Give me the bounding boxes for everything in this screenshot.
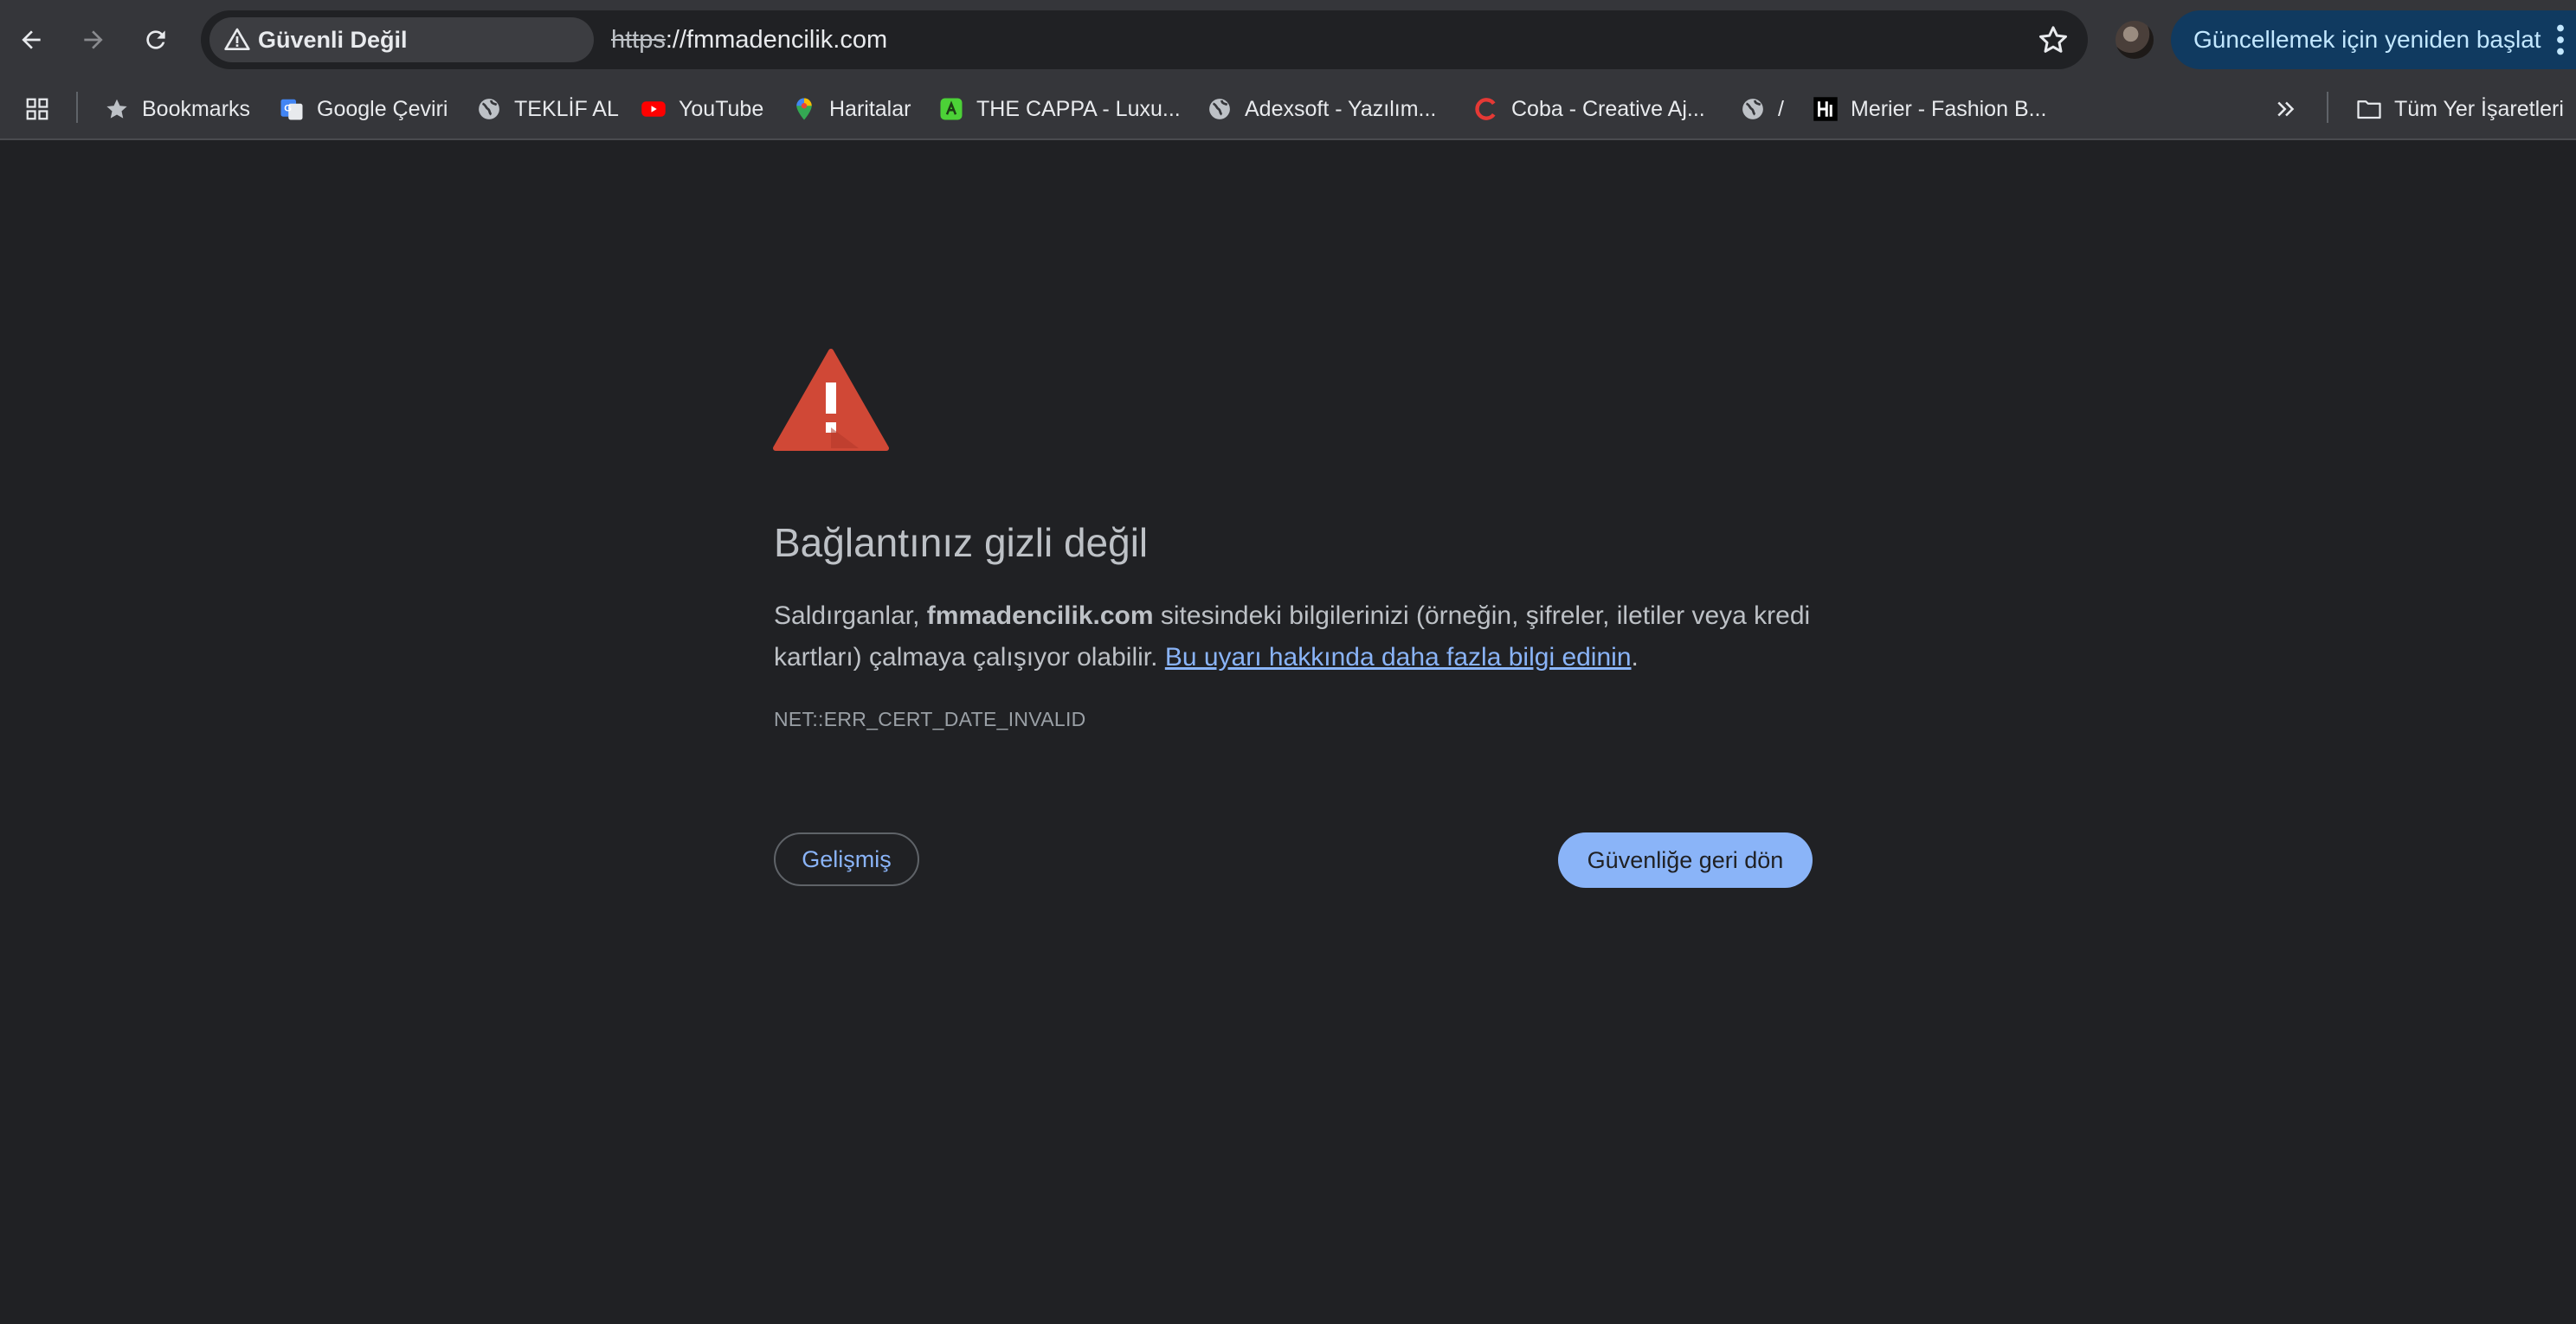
bookmark-item-adexsoft[interactable]: Adexsoft - Yazılım... bbox=[1207, 80, 1436, 138]
bookmark-star-icon[interactable] bbox=[2036, 22, 2070, 57]
url-scheme: https bbox=[611, 25, 666, 54]
globe-icon bbox=[1207, 96, 1233, 122]
bookmark-item-youtube[interactable]: YouTube bbox=[641, 80, 763, 138]
profile-avatar[interactable] bbox=[2116, 21, 2154, 59]
bookmark-item-coba[interactable]: Coba - Creative Aj... bbox=[1473, 80, 1705, 138]
message-suffix: . bbox=[1631, 643, 1639, 672]
learn-more-link[interactable]: Bu uyarı hakkında daha fazla bilgi edini… bbox=[1165, 643, 1632, 672]
apps-button[interactable] bbox=[24, 80, 50, 138]
bookmark-label: / bbox=[1778, 96, 1784, 121]
globe-icon bbox=[476, 96, 502, 122]
bookmark-label: Adexsoft - Yazılım... bbox=[1245, 96, 1437, 121]
update-restart-button[interactable]: Güncellemek için yeniden başlat bbox=[2171, 10, 2576, 69]
update-restart-label: Güncellemek için yeniden başlat bbox=[2193, 26, 2541, 53]
bookmark-label: Bookmarks bbox=[142, 96, 251, 121]
address-bar[interactable]: Güvenli Değil https://fmmadencilik.com bbox=[201, 10, 2088, 69]
back-button[interactable] bbox=[10, 19, 52, 61]
apps-grid-icon bbox=[26, 98, 48, 120]
site-domain: fmmadencilik.com bbox=[926, 601, 1154, 630]
all-bookmarks-label: Tüm Yer İşaretleri bbox=[2394, 96, 2564, 121]
page-title: Bağlantınız gizli değil bbox=[774, 520, 1149, 565]
arrow-right-icon bbox=[84, 30, 103, 49]
bookmark-label: Merier - Fashion B... bbox=[1851, 96, 2047, 121]
globe-icon bbox=[1740, 96, 1766, 122]
bookmark-item-haritalar[interactable]: Haritalar bbox=[791, 80, 911, 138]
folder-icon bbox=[2356, 96, 2382, 122]
bookmark-item-slash[interactable]: / bbox=[1740, 80, 1784, 138]
coba-icon bbox=[1473, 96, 1499, 122]
maps-icon bbox=[791, 96, 817, 122]
message-prefix: Saldırganlar, bbox=[774, 601, 927, 630]
reload-icon bbox=[146, 30, 165, 49]
double-chevron-right-icon bbox=[2277, 101, 2295, 117]
merier-icon bbox=[1813, 96, 1839, 122]
bookmark-item-teklif-al[interactable]: TEKLİF AL bbox=[476, 80, 619, 138]
bookmark-label: Haritalar bbox=[829, 96, 911, 121]
bookmark-item-the-cappa[interactable]: THE CAPPA - Luxu... bbox=[938, 80, 1181, 138]
bookmarks-divider bbox=[76, 92, 78, 123]
advanced-button[interactable]: Gelişmiş bbox=[774, 832, 919, 886]
error-code[interactable]: NET::ERR_CERT_DATE_INVALID bbox=[774, 708, 1086, 731]
bookmarks-overflow-button[interactable] bbox=[2273, 80, 2299, 138]
bookmark-item-merier[interactable]: Merier - Fashion B... bbox=[1813, 80, 2046, 138]
warning-triangle-icon bbox=[224, 28, 250, 50]
security-chip-label: Güvenli Değil bbox=[258, 26, 408, 53]
svg-text:G: G bbox=[284, 104, 292, 114]
all-bookmarks-button[interactable]: Tüm Yer İşaretleri bbox=[2356, 80, 2564, 138]
url-host: ://fmmadencilik.com bbox=[665, 25, 888, 54]
back-to-safety-button[interactable]: Güvenliğe geri dön bbox=[1558, 832, 1813, 888]
bookmark-label: Coba - Creative Aj... bbox=[1511, 96, 1705, 121]
bookmark-item-google-ceviri[interactable]: G Google Çeviri bbox=[279, 80, 448, 138]
reload-button[interactable] bbox=[135, 19, 177, 61]
google-translate-icon: G bbox=[279, 96, 305, 122]
url-text[interactable]: https://fmmadencilik.com bbox=[611, 10, 887, 69]
bookmark-label: THE CAPPA - Luxu... bbox=[976, 96, 1181, 121]
security-chip[interactable]: Güvenli Değil bbox=[209, 17, 594, 62]
star-icon bbox=[104, 96, 130, 122]
more-menu-icon[interactable] bbox=[2555, 24, 2566, 55]
youtube-icon bbox=[641, 96, 667, 122]
browser-toolbar: Güvenli Değil https://fmmadencilik.com G… bbox=[0, 0, 2576, 80]
interstitial-page: Bağlantınız gizli değil Saldırganlar, fm… bbox=[0, 140, 2576, 1324]
bookmark-label: Google Çeviri bbox=[317, 96, 448, 121]
bookmark-label: TEKLİF AL bbox=[514, 96, 619, 121]
warning-message: Saldırganlar, fmmadencilik.com sitesinde… bbox=[774, 595, 1813, 678]
bookmark-item-bookmarks[interactable]: Bookmarks bbox=[104, 80, 250, 138]
cappa-icon bbox=[938, 96, 964, 122]
warning-triangle-icon bbox=[773, 349, 889, 451]
bookmark-label: YouTube bbox=[679, 96, 764, 121]
forward-button[interactable] bbox=[73, 19, 114, 61]
bookmarks-divider bbox=[2327, 92, 2328, 123]
arrow-left-icon bbox=[22, 30, 41, 49]
